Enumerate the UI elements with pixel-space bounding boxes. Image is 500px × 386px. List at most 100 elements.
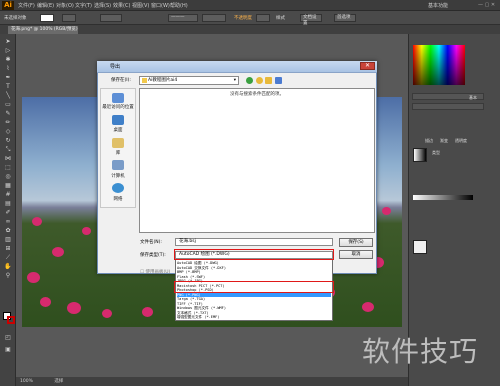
menu-file[interactable]: 文件(F) [18, 2, 35, 9]
filename-input[interactable]: 花海.bsj [175, 238, 333, 246]
brush-definition[interactable]: ——— [168, 14, 198, 22]
eraser-icon[interactable]: ◇ [3, 128, 13, 135]
menu-window[interactable]: 窗口(W) [151, 2, 170, 9]
perspective-grid-icon[interactable]: ▦ [3, 182, 13, 189]
pencil-icon[interactable]: ✏ [3, 119, 13, 126]
mesh-tool-icon[interactable]: # [3, 191, 13, 198]
place-computer[interactable]: 计算机 [100, 173, 136, 179]
rotate-tool-icon[interactable]: ↻ [3, 137, 13, 144]
flower [362, 302, 374, 312]
artboard-tool-icon[interactable]: ⊞ [3, 245, 13, 252]
filetype-option[interactable]: AutoCAD 交换文件 (*.DXF) [177, 266, 331, 270]
flower [52, 247, 64, 257]
filetype-option[interactable]: AutoCAD 绘图 (*.DWG) [177, 261, 331, 265]
hand-tool-icon[interactable]: ✋ [3, 263, 13, 270]
blend-tool-icon[interactable]: ∞ [3, 218, 13, 225]
place-library[interactable]: 库 [100, 150, 136, 156]
width-tool-icon[interactable]: ⋈ [3, 155, 13, 162]
zoom-tool-icon[interactable]: ⚲ [3, 272, 13, 279]
direct-selection-tool-icon[interactable]: ▷ [3, 47, 13, 54]
graph-tool-icon[interactable]: ▥ [3, 236, 13, 243]
menu-object[interactable]: 对象(O) [56, 2, 74, 9]
gradient-slider[interactable] [413, 195, 473, 200]
stroke-swatch[interactable] [62, 14, 76, 22]
gradient-preview[interactable] [413, 148, 427, 162]
slice-tool-icon[interactable]: ⟋ [3, 254, 13, 261]
filetype-option[interactable]: 增强型图元文件 (*.EMF) [177, 315, 331, 319]
network-icon[interactable] [112, 183, 124, 193]
stroke-color-icon[interactable] [7, 316, 15, 324]
panel-tab-stroke[interactable]: 描边 [425, 138, 433, 144]
line-tool-icon[interactable]: ╲ [3, 92, 13, 99]
highlight-annotation [174, 249, 334, 260]
status-bar: 100% 选择 [16, 377, 408, 386]
screen-mode-icon[interactable]: ▣ [3, 346, 13, 353]
rectangle-tool-icon[interactable]: ▭ [3, 101, 13, 108]
eyedropper-icon[interactable]: ✐ [3, 209, 13, 216]
opacity-field[interactable] [256, 14, 270, 22]
menu-select[interactable]: 选择(S) [94, 2, 111, 9]
menu-effect[interactable]: 效果(C) [113, 2, 130, 9]
menu-edit[interactable]: 编辑(E) [37, 2, 54, 9]
gradient-tool-icon[interactable]: ▤ [3, 200, 13, 207]
variable-width[interactable] [202, 14, 226, 22]
close-button[interactable]: ✕ [360, 62, 375, 70]
fill-swatch[interactable] [40, 14, 54, 22]
filetype-option[interactable]: 文本格式 (*.TXT) [177, 311, 331, 315]
save-in-dropdown[interactable]: Ai教程图片ai4 ▾ [139, 76, 239, 85]
menu-view[interactable]: 视图(V) [132, 2, 149, 9]
pen-tool-icon[interactable]: ✒ [3, 74, 13, 81]
type-tool-icon[interactable]: T [3, 83, 13, 90]
dialog-title: 导出 [110, 64, 121, 70]
file-list[interactable] [139, 88, 375, 233]
app-logo: Ai [2, 1, 14, 10]
lasso-icon[interactable]: ⌇ [3, 65, 13, 72]
color-spectrum-shade[interactable] [413, 45, 465, 85]
panel-tab-transparency[interactable]: 透明度 [455, 138, 467, 144]
brush-row[interactable] [412, 103, 484, 110]
doc-setup-button[interactable]: 文档设置 [300, 14, 322, 26]
filetype-option[interactable]: PNG (*.PNG) [177, 292, 331, 297]
filetype-option[interactable]: Flash (*.SWF) [177, 275, 331, 279]
desktop-icon[interactable] [112, 115, 124, 125]
save-button[interactable]: 保存(S) [339, 238, 373, 247]
computer-icon[interactable] [112, 160, 124, 170]
use-artboards-label: 使用画板(U) [145, 270, 171, 275]
stroke-weight-field[interactable] [100, 14, 122, 22]
panel-tab-gradient[interactable]: 渐变 [440, 138, 448, 144]
new-folder-icon[interactable] [265, 77, 272, 84]
opacity-label[interactable]: 不透明度 [234, 15, 252, 21]
filetype-option[interactable]: Targa (*.TGA) [177, 297, 331, 301]
back-icon[interactable] [246, 77, 253, 84]
filetype-option[interactable]: BMP (*.BMP) [177, 270, 331, 274]
flower [32, 217, 42, 226]
scale-tool-icon[interactable]: ⤡ [3, 146, 13, 153]
menu-help[interactable]: 帮助(H) [170, 2, 188, 9]
workspace-switcher[interactable]: 基本功能 [428, 2, 448, 9]
library-icon[interactable] [112, 138, 124, 148]
place-network[interactable]: 网络 [100, 196, 136, 202]
magic-wand-icon[interactable]: ✱ [3, 56, 13, 63]
filetype-option[interactable]: TIFF (*.TIF) [177, 302, 331, 306]
flower [142, 307, 153, 317]
menu-type[interactable]: 文字(T) [75, 2, 92, 9]
transparency-thumbnail[interactable] [413, 240, 427, 254]
prefs-button[interactable]: 首选项 [334, 14, 356, 22]
view-menu-icon[interactable] [275, 77, 282, 84]
document-tab[interactable]: 花海.png* @ 100% (RGB/预览) [8, 26, 78, 34]
recent-places-icon[interactable] [112, 93, 124, 103]
symbol-sprayer-icon[interactable]: ✿ [3, 227, 13, 234]
place-recent[interactable]: 最近访问的位置 [100, 104, 136, 110]
selection-tool-icon[interactable]: ➤ [3, 38, 13, 45]
drawing-mode-icon[interactable]: ◰ [3, 334, 13, 341]
place-desktop[interactable]: 桌面 [100, 127, 136, 133]
shape-builder-icon[interactable]: ◎ [3, 173, 13, 180]
use-artboards-checkbox[interactable]: ☐ 使用画板(U) [140, 269, 170, 275]
paintbrush-icon[interactable]: ✎ [3, 110, 13, 117]
free-transform-icon[interactable]: ⬚ [3, 164, 13, 171]
cancel-button[interactable]: 取消 [339, 250, 373, 259]
zoom-level[interactable]: 100% [20, 379, 33, 384]
filetype-option[interactable]: Windows 图元文件 (*.WMF) [177, 306, 331, 310]
up-folder-icon[interactable] [256, 77, 263, 84]
window-controls-icon[interactable]: — ▢ ✕ [478, 2, 495, 8]
